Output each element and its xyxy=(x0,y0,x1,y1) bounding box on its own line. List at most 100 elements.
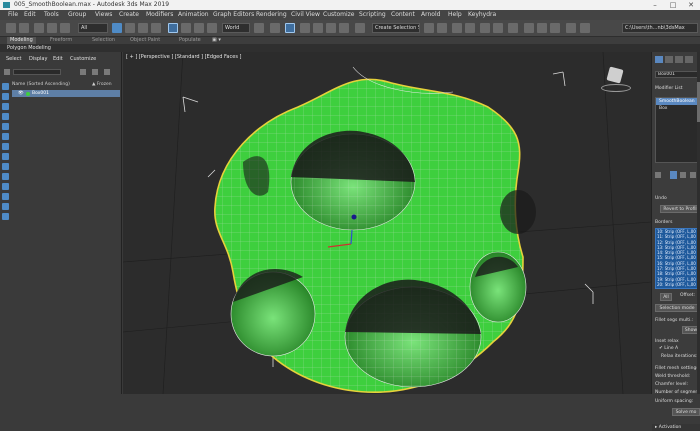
list-item[interactable]: 18: Strip (OFF, L,00 xyxy=(656,271,699,276)
display-xrefs-icon[interactable] xyxy=(2,173,9,180)
menu-keyhydra[interactable]: Keyhydra xyxy=(468,10,496,20)
menu-rendering[interactable]: Rendering xyxy=(256,10,287,20)
select-object-icon[interactable] xyxy=(112,23,122,33)
viewcube-ring[interactable] xyxy=(601,84,631,92)
edit-named-selection-icon[interactable] xyxy=(355,23,365,33)
menu-modifiers[interactable]: Modifiers xyxy=(146,10,173,20)
options-icon[interactable] xyxy=(104,69,110,75)
menu-edit[interactable]: Edit xyxy=(24,10,36,20)
menu-create[interactable]: Create xyxy=(119,10,139,20)
maximize-button[interactable]: □ xyxy=(664,0,682,10)
display-hidden-icon[interactable] xyxy=(2,213,9,220)
revert-button[interactable]: Revert to Profil xyxy=(660,205,700,213)
solve-button[interactable]: Solve mo xyxy=(672,408,700,416)
stack-item-smoothboolean[interactable]: SmoothBoolean xyxy=(656,98,699,105)
rendered-frame-window-icon[interactable] xyxy=(537,23,547,33)
display-all-icon[interactable] xyxy=(2,93,9,100)
menu-arnold[interactable]: Arnold xyxy=(421,10,440,20)
schematic-view-icon[interactable] xyxy=(493,23,503,33)
table-row[interactable]: 👁 Box001 xyxy=(12,90,120,97)
menu-group[interactable]: Group xyxy=(68,10,86,20)
display-bones-icon[interactable] xyxy=(2,183,9,190)
arnold-render-icon[interactable] xyxy=(566,23,576,33)
spinner-snap-icon[interactable] xyxy=(339,23,349,33)
layer-explorer-icon[interactable] xyxy=(452,23,462,33)
lock-icon[interactable] xyxy=(92,69,98,75)
redo-icon[interactable] xyxy=(19,23,29,33)
reference-coordinate-dropdown[interactable]: World xyxy=(222,23,250,33)
column-name-header[interactable]: Name (Sorted Ascending) xyxy=(12,82,70,87)
align-icon[interactable] xyxy=(437,23,447,33)
scene-tab-select[interactable]: Select xyxy=(6,52,21,67)
select-by-name-icon[interactable] xyxy=(125,23,135,33)
named-selection-dropdown[interactable]: Create Selection Se xyxy=(372,23,420,33)
list-item[interactable]: 20: Strip (OFF, L,00 xyxy=(656,282,699,287)
hierarchy-tab-icon[interactable] xyxy=(675,56,683,63)
freeze-icon[interactable] xyxy=(80,69,86,75)
display-cameras-icon[interactable] xyxy=(2,133,9,140)
project-path-field[interactable]: C:\Users\th...nb\3dsMax xyxy=(622,23,698,33)
undo-icon[interactable] xyxy=(6,23,16,33)
motion-tab-icon[interactable] xyxy=(685,56,693,63)
remove-modifier-icon[interactable] xyxy=(690,172,696,178)
display-helpers-icon[interactable] xyxy=(2,143,9,150)
display-groups-icon[interactable] xyxy=(2,163,9,170)
ribbon-options-icon[interactable]: ▣ ▾ xyxy=(212,37,221,44)
display-geometry-icon[interactable] xyxy=(2,103,9,110)
bind-spacewarp-icon[interactable] xyxy=(60,23,70,33)
line-a-checkbox[interactable]: ✔ Line A xyxy=(659,346,678,351)
menu-civil-view[interactable]: Civil View xyxy=(291,10,320,20)
display-frozen-icon[interactable] xyxy=(2,203,9,210)
unlink-icon[interactable] xyxy=(47,23,57,33)
selection-mode-button[interactable]: Selection mode xyxy=(655,304,699,312)
mirror-icon[interactable] xyxy=(424,23,434,33)
placement-icon[interactable] xyxy=(207,23,217,33)
menu-scripting[interactable]: Scripting xyxy=(359,10,386,20)
tab-object-paint[interactable]: Object Paint xyxy=(130,37,160,44)
keyboard-shortcut-override-icon[interactable] xyxy=(285,23,295,33)
menu-help[interactable]: Help xyxy=(448,10,462,20)
scale-icon[interactable] xyxy=(194,23,204,33)
tab-freeform[interactable]: Freeform xyxy=(50,37,72,44)
object-name-field[interactable]: Box001 xyxy=(655,71,699,78)
menu-views[interactable]: Views xyxy=(95,10,112,20)
scene-tab-display[interactable]: Display xyxy=(29,52,47,67)
make-unique-icon[interactable] xyxy=(680,172,686,178)
filter-icon[interactable] xyxy=(4,69,10,75)
column-frozen-header[interactable]: ▲ Frozen xyxy=(92,81,112,89)
link-icon[interactable] xyxy=(34,23,44,33)
menu-customize[interactable]: Customize xyxy=(323,10,355,20)
eye-icon[interactable]: 👁 xyxy=(18,90,24,97)
stack-item-box[interactable]: Box xyxy=(656,105,699,112)
menu-graph-editors[interactable]: Graph Editors xyxy=(213,10,254,20)
viewport-label[interactable]: [ + ] [Perspective ] [Standard ] [Edged … xyxy=(126,54,241,60)
display-shapes-icon[interactable] xyxy=(2,113,9,120)
toggle-ribbon-icon[interactable] xyxy=(465,23,475,33)
scene-tab-edit[interactable]: Edit xyxy=(53,52,63,67)
show-end-result-icon[interactable] xyxy=(670,171,677,179)
close-button[interactable]: ✕ xyxy=(682,0,700,10)
menu-content[interactable]: Content xyxy=(391,10,415,20)
display-spacewarps-icon[interactable] xyxy=(2,153,9,160)
polygon-modeling-label[interactable]: Polygon Modeling xyxy=(7,44,51,52)
pin-stack-icon[interactable] xyxy=(655,172,661,178)
display-none-icon[interactable] xyxy=(2,83,9,90)
tab-selection[interactable]: Selection xyxy=(92,37,115,44)
rotate-icon[interactable] xyxy=(181,23,191,33)
borders-list[interactable]: 10: Strip (OFF, L,00 11: Strip (OFF, L,0… xyxy=(655,228,700,289)
menu-tools[interactable]: Tools xyxy=(44,10,59,20)
render-production-icon[interactable] xyxy=(550,23,560,33)
modify-tab-icon[interactable] xyxy=(665,56,673,63)
region-select-icon[interactable] xyxy=(138,23,148,33)
perspective-viewport[interactable] xyxy=(123,52,651,394)
tab-populate[interactable]: Populate xyxy=(179,37,201,44)
angle-snap-icon[interactable] xyxy=(313,23,323,33)
curve-editor-icon[interactable] xyxy=(480,23,490,33)
render-setup-icon[interactable] xyxy=(524,23,534,33)
modifier-list-dropdown[interactable]: Modifier List xyxy=(655,86,683,91)
menu-animation[interactable]: Animation xyxy=(178,10,209,20)
minimize-button[interactable]: – xyxy=(646,0,664,10)
all-button[interactable]: All xyxy=(660,293,672,301)
selection-filter-dropdown[interactable]: All xyxy=(78,23,108,33)
select-manipulate-icon[interactable] xyxy=(270,23,280,33)
